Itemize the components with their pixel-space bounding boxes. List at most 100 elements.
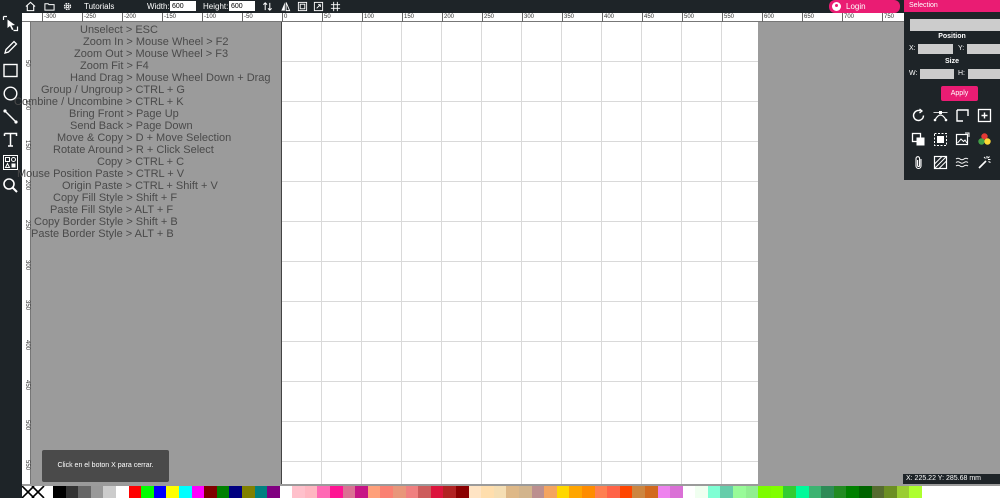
color-swatch[interactable] <box>304 486 318 498</box>
h-input[interactable] <box>968 69 1000 79</box>
color-swatch[interactable] <box>405 486 419 498</box>
color-swatch[interactable] <box>355 486 368 498</box>
color-swatch[interactable] <box>430 486 444 498</box>
duplicate-icon[interactable] <box>911 132 926 147</box>
color-swatch[interactable] <box>619 486 633 498</box>
color-swatch[interactable] <box>896 486 910 498</box>
color-swatch[interactable] <box>871 486 885 498</box>
magic-wand-icon[interactable] <box>977 155 992 170</box>
add-box-icon[interactable] <box>977 108 992 123</box>
swap-vertical-icon[interactable] <box>262 1 273 12</box>
width-input[interactable] <box>170 1 196 11</box>
color-swatch[interactable] <box>65 486 79 498</box>
color-swatch[interactable] <box>796 486 809 498</box>
color-swatch[interactable] <box>670 486 683 498</box>
y-input[interactable] <box>967 44 1000 54</box>
color-swatch[interactable] <box>178 486 192 498</box>
flip-icon[interactable] <box>280 1 291 12</box>
color-swatch[interactable] <box>443 486 456 498</box>
w-input[interactable] <box>920 69 954 79</box>
image-icon[interactable] <box>955 132 970 147</box>
color-swatch[interactable] <box>657 486 671 498</box>
apply-button[interactable]: Apply <box>941 86 978 101</box>
color-swatch[interactable] <box>128 486 142 498</box>
select-all-icon[interactable] <box>933 132 948 147</box>
color-swatch[interactable] <box>821 486 834 498</box>
select-icon[interactable] <box>2 15 19 32</box>
open-folder-icon[interactable] <box>44 1 55 12</box>
color-swatch[interactable] <box>418 486 431 498</box>
color-swatch[interactable] <box>707 486 721 498</box>
waves-icon[interactable] <box>955 155 970 170</box>
color-swatch[interactable] <box>581 486 595 498</box>
color-swatch[interactable] <box>141 486 154 498</box>
pattern-icon[interactable] <box>933 155 948 170</box>
color-swatch[interactable] <box>518 486 532 498</box>
color-swatch[interactable] <box>783 486 797 498</box>
x-input[interactable] <box>918 44 953 54</box>
height-input[interactable] <box>229 1 255 11</box>
color-swatch[interactable] <box>569 486 582 498</box>
color-swatch[interactable] <box>267 486 280 498</box>
color-swatch[interactable] <box>216 486 230 498</box>
tutorials-link[interactable]: Tutorials <box>84 2 114 11</box>
color-swatch[interactable] <box>292 486 305 498</box>
color-swatch[interactable] <box>393 486 406 498</box>
color-swatch[interactable] <box>342 486 356 498</box>
home-icon[interactable] <box>25 1 36 12</box>
color-swatch[interactable] <box>531 486 545 498</box>
color-swatch[interactable] <box>808 486 822 498</box>
rectangle-icon[interactable] <box>2 62 19 79</box>
color-swatch[interactable] <box>745 486 759 498</box>
color-swatch[interactable] <box>770 486 784 498</box>
attach-icon[interactable] <box>911 155 926 170</box>
color-swatch[interactable] <box>556 486 570 498</box>
resize-icon[interactable] <box>313 1 324 12</box>
color-swatch[interactable] <box>241 486 255 498</box>
color-swatch[interactable] <box>644 486 658 498</box>
color-swatch[interactable] <box>758 486 771 498</box>
fit-icon[interactable] <box>297 1 308 12</box>
drawing-canvas[interactable] <box>281 22 758 484</box>
bezier-icon[interactable] <box>933 108 948 123</box>
color-swatch[interactable] <box>103 486 116 498</box>
color-swatch[interactable] <box>846 486 859 498</box>
color-swatch[interactable] <box>682 486 696 498</box>
color-swatch[interactable] <box>330 486 343 498</box>
close-hint-toast[interactable]: Click en el boton X para cerrar. <box>42 450 169 482</box>
color-swatch[interactable] <box>833 486 847 498</box>
rotate-icon[interactable] <box>911 108 926 123</box>
text-icon[interactable] <box>2 131 19 148</box>
color-swatch[interactable] <box>78 486 91 498</box>
color-swatch[interactable] <box>53 486 66 498</box>
color-swatch[interactable] <box>254 486 268 498</box>
color-swatch[interactable] <box>367 486 381 498</box>
color-swatch[interactable] <box>909 486 922 498</box>
no-color-swatch[interactable] <box>22 486 53 498</box>
color-swatch[interactable] <box>607 486 620 498</box>
color-swatch[interactable] <box>380 486 394 498</box>
colors-icon[interactable] <box>977 132 992 147</box>
settings-icon[interactable] <box>62 1 73 12</box>
color-swatch[interactable] <box>544 486 557 498</box>
selection-name-field[interactable] <box>910 19 1000 31</box>
color-swatch[interactable] <box>733 486 746 498</box>
color-swatch[interactable] <box>594 486 608 498</box>
color-swatch[interactable] <box>695 486 708 498</box>
color-swatch[interactable] <box>229 486 242 498</box>
color-swatch[interactable] <box>632 486 645 498</box>
color-swatch[interactable] <box>90 486 104 498</box>
color-swatch[interactable] <box>456 486 469 498</box>
color-swatch[interactable] <box>153 486 167 498</box>
pencil-icon[interactable] <box>2 39 19 56</box>
color-swatch[interactable] <box>115 486 129 498</box>
grid-icon[interactable] <box>330 1 341 12</box>
color-swatch[interactable] <box>468 486 482 498</box>
corner-icon[interactable] <box>955 108 970 123</box>
line-icon[interactable] <box>2 108 19 125</box>
color-swatch[interactable] <box>317 486 331 498</box>
color-swatch[interactable] <box>204 486 217 498</box>
color-swatch[interactable] <box>279 486 293 498</box>
color-swatch[interactable] <box>166 486 179 498</box>
color-swatch[interactable] <box>481 486 494 498</box>
